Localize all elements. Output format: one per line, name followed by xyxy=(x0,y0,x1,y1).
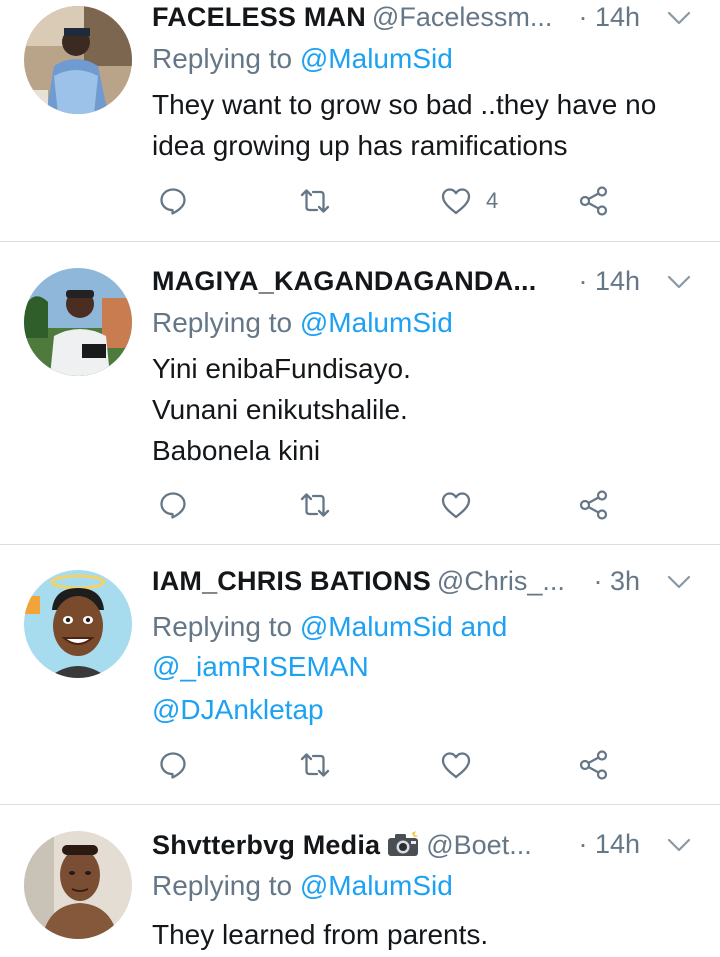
avatar[interactable] xyxy=(24,268,132,376)
replying-to-label: Replying to xyxy=(152,870,300,901)
timestamp[interactable]: · 3h xyxy=(593,566,640,597)
mention-link[interactable]: @MalumSid xyxy=(300,43,453,74)
share-button[interactable] xyxy=(578,745,610,785)
like-count: 4 xyxy=(486,188,499,213)
replying-to-label: Replying to xyxy=(152,307,300,338)
reply-button[interactable] xyxy=(158,181,188,221)
mention-link[interactable]: @MalumSid xyxy=(300,611,453,642)
tweet-text: They want to grow so bad ..they have no … xyxy=(152,84,696,166)
retweet-icon xyxy=(300,753,330,777)
replying-to: Replying to @MalumSid xyxy=(152,43,453,75)
timestamp[interactable]: · 14h xyxy=(578,266,640,297)
like-button[interactable]: 4 xyxy=(440,181,498,221)
tweet-card[interactable]: Shvtterbvg Media @Boet... · 14h Replying … xyxy=(0,805,720,957)
user-handle[interactable]: @Boet... xyxy=(426,830,531,860)
tweet-text-line: Yini enibaFundisayo. xyxy=(152,353,411,384)
tweet-text-line: Vunani enikutshalile. xyxy=(152,394,408,425)
tweet-card[interactable]: FACELESS MAN @Facelessm... · 14h Replying… xyxy=(0,0,720,241)
share-button[interactable] xyxy=(578,181,610,221)
user-handle[interactable]: @Facelessm... xyxy=(372,2,552,32)
share-button[interactable] xyxy=(578,485,610,525)
tweet-card[interactable]: MAGIYA_KAGANDAGANDA... · 14h Replying to… xyxy=(0,242,720,544)
share-icon xyxy=(579,750,608,780)
avatar[interactable] xyxy=(24,570,132,678)
tweet-header: FACELESS MAN @Facelessm... · 14h xyxy=(152,2,696,38)
action-bar: 4 xyxy=(152,181,632,221)
mention-link[interactable]: @MalumSid xyxy=(300,870,453,901)
display-name[interactable]: FACELESS MAN xyxy=(152,2,366,32)
reply-button[interactable] xyxy=(158,745,188,785)
heart-icon xyxy=(441,492,471,519)
retweet-icon xyxy=(300,189,330,213)
retweet-button[interactable] xyxy=(298,485,332,525)
share-icon xyxy=(579,186,608,216)
like-button[interactable] xyxy=(440,485,486,525)
reply-button[interactable] xyxy=(158,485,188,525)
chevron-down-icon[interactable] xyxy=(666,835,692,855)
like-button[interactable] xyxy=(440,745,486,785)
replying-and-link[interactable]: and xyxy=(453,611,508,642)
tweet-text: They learned from parents. xyxy=(152,914,696,955)
tweet-header: MAGIYA_KAGANDAGANDA... · 14h xyxy=(152,266,696,302)
tweet-text: Yini enibaFundisayo. Vunani enikutshalil… xyxy=(152,348,696,471)
chevron-down-icon[interactable] xyxy=(666,572,692,592)
tweet-text: @DJAnkletap xyxy=(152,689,696,730)
mention-link[interactable]: @MalumSid xyxy=(300,307,453,338)
reply-feed: FACELESS MAN @Facelessm... · 14h Replying… xyxy=(0,0,720,957)
reply-icon xyxy=(160,492,186,519)
tweet-text-line: Babonela kini xyxy=(152,435,321,466)
avatar[interactable] xyxy=(24,831,132,939)
tweet-header: Shvtterbvg Media @Boet... · 14h xyxy=(152,829,696,865)
tweet-text-line: They learned from parents. xyxy=(152,919,489,950)
user-handle[interactable]: @Chris_... xyxy=(437,566,565,596)
share-icon xyxy=(579,490,608,520)
mention-link[interactable]: @_iamRISEMAN xyxy=(152,651,369,682)
tweet-header: IAM_CHRIS BATIONS @Chris_... · 3h xyxy=(152,566,696,602)
tweet-card[interactable]: IAM_CHRIS BATIONS @Chris_... · 3h Replyin… xyxy=(0,545,720,804)
retweet-button[interactable] xyxy=(298,181,332,221)
action-bar xyxy=(152,745,632,785)
tweet-text-mention[interactable]: @DJAnkletap xyxy=(152,689,696,730)
heart-icon xyxy=(441,188,471,215)
reply-icon xyxy=(160,188,186,215)
timestamp[interactable]: · 14h xyxy=(578,829,640,860)
retweet-icon xyxy=(300,493,330,517)
timestamp[interactable]: · 14h xyxy=(578,2,640,33)
replying-to: Replying to @MalumSid xyxy=(152,307,453,339)
display-name[interactable]: MAGIYA_KAGANDAGANDA... xyxy=(152,266,536,296)
tweet-text-line: idea growing up has ramifications xyxy=(152,130,568,161)
replying-to: Replying to @MalumSid and @_iamRISEMAN xyxy=(152,607,507,687)
chevron-down-icon[interactable] xyxy=(666,272,692,292)
tweet-text-line: They want to grow so bad ..they have no xyxy=(152,89,657,120)
reply-icon xyxy=(160,752,186,779)
retweet-button[interactable] xyxy=(298,745,332,785)
action-bar xyxy=(152,485,632,525)
chevron-down-icon[interactable] xyxy=(666,8,692,28)
display-name[interactable]: IAM_CHRIS BATIONS xyxy=(152,566,431,596)
replying-to-label: Replying to xyxy=(152,43,300,74)
replying-to-label: Replying to xyxy=(152,611,300,642)
avatar[interactable] xyxy=(24,6,132,114)
camera-with-flash-icon xyxy=(388,829,420,856)
display-name[interactable]: Shvtterbvg Media xyxy=(152,830,380,860)
replying-to: Replying to @MalumSid xyxy=(152,870,453,902)
heart-icon xyxy=(441,752,471,779)
